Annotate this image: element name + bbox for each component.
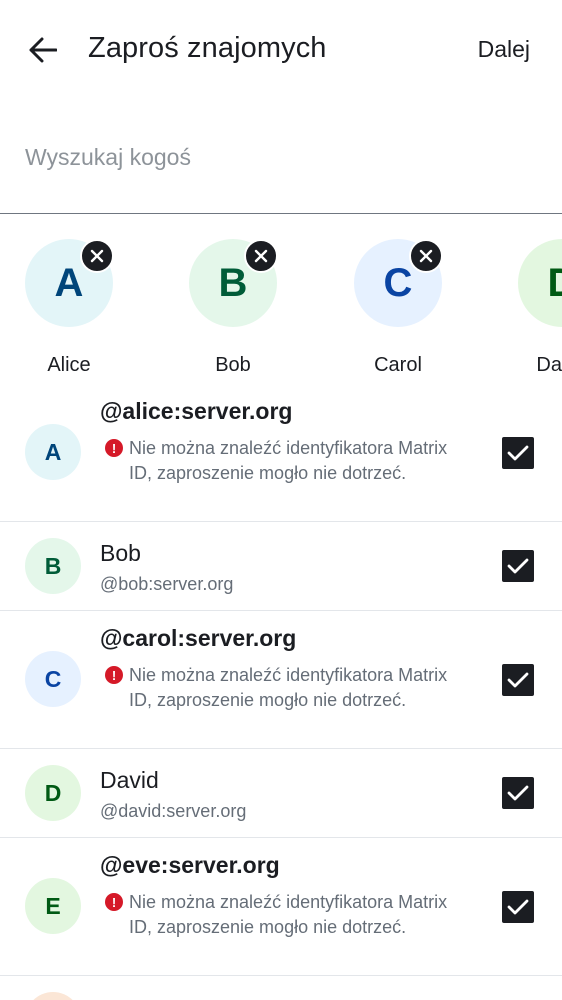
user-checkbox[interactable] [502, 664, 534, 696]
close-icon [90, 249, 104, 263]
list-item[interactable]: A @alice:server.org ! Nie można znaleźć … [0, 384, 562, 522]
avatar: A [25, 424, 81, 480]
check-icon [507, 558, 529, 574]
error-icon: ! [105, 439, 123, 457]
selected-user-chip-david[interactable]: D David [493, 239, 562, 375]
warning-text: Nie można znaleźć identyfikatora Matrix … [129, 438, 448, 483]
check-icon [507, 672, 529, 688]
user-checkbox[interactable] [502, 891, 534, 923]
chip-name: David [536, 354, 562, 375]
list-item[interactable]: B Bob @bob:server.org [0, 522, 562, 611]
user-id: @eve:server.org [100, 852, 280, 878]
error-icon: ! [105, 666, 123, 684]
next-button[interactable]: Dalej [478, 36, 530, 63]
user-id: @alice:server.org [100, 398, 293, 424]
back-button[interactable] [22, 30, 64, 70]
user-checkbox[interactable] [502, 777, 534, 809]
selected-user-chip-carol[interactable]: C Carol [329, 239, 469, 375]
check-icon [507, 899, 529, 915]
list-item[interactable]: E @eve:server.org ! Nie można znaleźć id… [0, 838, 562, 976]
user-list: A @alice:server.org ! Nie można znaleźć … [0, 384, 562, 976]
page-title: Zaproś znajomych [88, 32, 327, 64]
chip-name: Carol [374, 354, 422, 375]
search-bar [0, 110, 562, 214]
avatar: C [25, 651, 81, 707]
user-id: @bob:server.org [100, 574, 234, 594]
chip-name: Alice [47, 354, 91, 375]
chip-name: Bob [215, 354, 251, 375]
avatar: E [25, 878, 81, 934]
user-checkbox[interactable] [502, 437, 534, 469]
warning-text: Nie można znaleźć identyfikatora Matrix … [129, 665, 448, 710]
top-app-bar: Zaproś znajomych Dalej [0, 0, 562, 100]
search-input[interactable] [25, 140, 525, 174]
avatar: D [25, 765, 81, 821]
user-display-name: David [100, 767, 159, 793]
check-icon [507, 785, 529, 801]
avatar: D [518, 239, 562, 327]
error-icon: ! [105, 893, 123, 911]
check-icon [507, 445, 529, 461]
list-item[interactable]: D David @david:server.org [0, 749, 562, 838]
user-id: @carol:server.org [100, 625, 297, 651]
remove-chip-button[interactable] [409, 239, 443, 273]
avatar: B [25, 538, 81, 594]
remove-chip-button[interactable] [244, 239, 278, 273]
selected-user-chip-bob[interactable]: B Bob [164, 239, 304, 375]
avatar [25, 992, 81, 1000]
selected-user-chip-alice[interactable]: A Alice [0, 239, 140, 375]
list-item[interactable]: C @carol:server.org ! Nie można znaleźć … [0, 611, 562, 749]
remove-chip-button[interactable] [80, 239, 114, 273]
selected-users-row: A Alice B Bob C Carol D David [0, 215, 562, 375]
close-icon [419, 249, 433, 263]
warning-text: Nie można znaleźć identyfikatora Matrix … [129, 892, 448, 937]
user-display-name: Bob [100, 540, 141, 566]
arrow-back-icon [29, 37, 57, 63]
close-icon [254, 249, 268, 263]
user-id: @david:server.org [100, 801, 247, 821]
user-checkbox[interactable] [502, 550, 534, 582]
